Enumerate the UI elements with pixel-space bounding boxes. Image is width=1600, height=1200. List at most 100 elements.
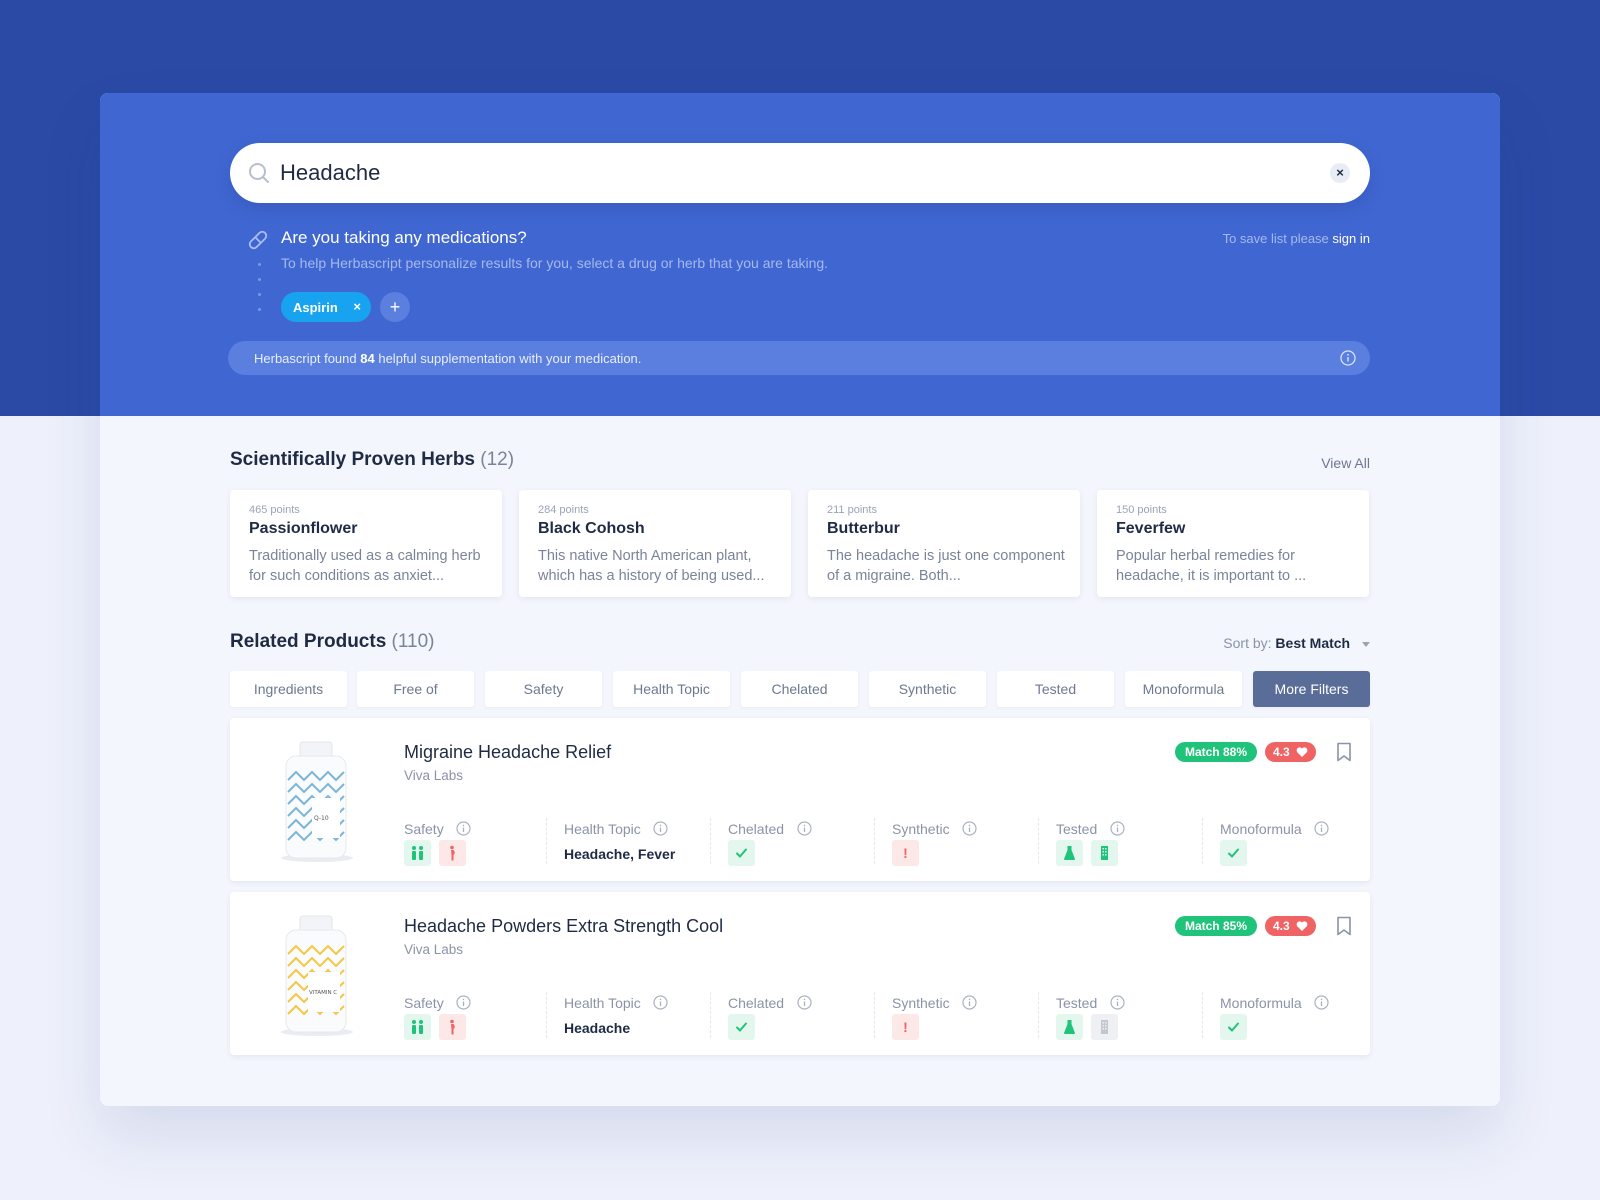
product-brand: Viva Labs [404,942,464,957]
attr-health-topic: Health Topic Headache, Fever [564,820,714,862]
product-bottle-image: VITAMIN C [281,915,353,1036]
warning-glyph: ! [903,1019,908,1035]
herb-name: Butterbur [827,520,900,537]
herb-description: This native North American plant, which … [538,548,765,584]
divider [1202,992,1203,1038]
attr-label: Safety [404,994,444,1011]
attr-tested: Tested [1056,994,1206,1040]
attr-icons [1056,840,1122,866]
heart-icon [1296,747,1308,757]
pregnancy-icon [439,1014,467,1040]
product-name[interactable]: Headache Powders Extra Strength Cool [404,916,723,937]
rating-badge: 4.3 [1265,742,1316,762]
product-name[interactable]: Migraine Headache Relief [404,742,611,763]
rating-value: 4.3 [1273,745,1290,759]
attr-label: Tested [1056,820,1098,837]
filter-health-topic[interactable]: Health Topic [613,671,730,707]
attr-label: Synthetic [892,820,950,837]
info-icon[interactable] [962,821,977,836]
search-icon [249,163,269,183]
info-icon[interactable] [796,995,812,1010]
attr-label: Synthetic [892,994,950,1011]
match-badge: Match 88% [1174,742,1257,762]
divider [874,992,875,1038]
medication-chip-aspirin[interactable]: Aspirin × [281,292,371,322]
filter-chelated[interactable]: Chelated [741,671,858,707]
attr-icons [404,840,470,866]
products-section-title: Related Products (110) [230,631,435,653]
more-filters-button[interactable]: More Filters [1253,671,1370,707]
info-icon[interactable] [1314,821,1329,836]
info-icon[interactable] [653,821,668,836]
info-icon[interactable] [456,995,471,1010]
checkmark-icon [1220,1014,1247,1040]
sort-label: Sort by: [1223,635,1272,651]
herbs-section-title: Scientifically Proven Herbs (12) [230,449,514,471]
filter-synthetic[interactable]: Synthetic [869,671,986,707]
attr-label: Chelated [728,994,785,1011]
checkmark-icon [728,1014,755,1040]
chevron-down-icon [1362,641,1370,647]
divider [710,992,711,1038]
attr-synthetic: Synthetic ! [892,994,1042,1040]
info-icon[interactable] [456,821,471,836]
view-all-link[interactable]: View All [1321,455,1370,471]
attr-safety: Safety [404,994,554,1040]
medication-help-text: To help Herbascript personalize results … [281,255,829,271]
product-card[interactable]: Q-10 Migraine Headache Relief Viva Labs … [230,718,1370,881]
info-icon[interactable] [1110,821,1125,836]
attr-icons: ! [892,840,923,866]
attr-label: Safety [404,820,444,837]
herb-card[interactable]: 465 points Passionflower Traditionally u… [230,490,502,597]
filter-free-of[interactable]: Free of [357,671,474,707]
flask-icon [1056,1014,1083,1040]
attr-chelated: Chelated [728,994,878,1040]
info-icon[interactable] [796,821,812,836]
info-icon[interactable] [1110,995,1125,1010]
info-icon[interactable] [1340,350,1356,366]
herb-card[interactable]: 284 points Black Cohosh This native Nort… [519,490,791,597]
search-bar[interactable]: × [230,143,1370,203]
sort-dropdown[interactable]: Sort by: Best Match [1223,635,1370,651]
app-card: × Are you taking any medications? To hel… [100,93,1500,1106]
info-icon[interactable] [653,995,668,1010]
filter-safety[interactable]: Safety [485,671,602,707]
divider [546,992,547,1038]
filter-tested[interactable]: Tested [997,671,1114,707]
attr-icons [728,840,759,866]
rating-value: 4.3 [1273,919,1290,933]
bookmark-icon[interactable] [1336,742,1352,762]
results-info-text: Herbascript found 84 helpful supplementa… [254,351,641,366]
herb-description: The headache is just one component of a … [827,548,1065,584]
attr-label: Health Topic [564,820,641,837]
info-icon[interactable] [962,995,977,1010]
search-input[interactable] [280,153,1280,193]
filter-ingredients[interactable]: Ingredients [230,671,347,707]
filter-monoformula[interactable]: Monoformula [1125,671,1242,707]
products-title: Related Products [230,631,387,652]
clear-search-button[interactable]: × [1330,163,1350,183]
rating-badge: 4.3 [1265,916,1316,936]
info-icon[interactable] [1314,995,1329,1010]
bookmark-icon[interactable] [1336,916,1352,936]
product-card[interactable]: VITAMIN C Headache Powders Extra Strengt… [230,892,1370,1055]
chip-label: Aspirin [293,300,338,315]
divider [710,818,711,864]
chip-remove-icon[interactable]: × [353,299,361,314]
attr-monoformula: Monoformula [1220,820,1370,866]
warning-glyph: ! [903,845,908,861]
sort-value: Best Match [1275,635,1351,651]
sign-in-link[interactable]: sign in [1332,231,1370,246]
herb-card[interactable]: 211 points Butterbur The headache is jus… [808,490,1080,597]
divider [546,818,547,864]
results-count: 84 [360,351,375,366]
herb-points: 465 points [249,504,300,516]
bottle-label: Q-10 [314,815,329,822]
herb-card[interactable]: 150 points Feverfew Popular herbal remed… [1097,490,1369,597]
attr-chelated: Chelated [728,820,878,866]
herb-points: 284 points [538,504,589,516]
building-icon [1091,1014,1119,1040]
attr-label: Monoformula [1220,994,1302,1011]
add-medication-button[interactable]: + [380,292,410,322]
pregnancy-icon [439,840,467,866]
